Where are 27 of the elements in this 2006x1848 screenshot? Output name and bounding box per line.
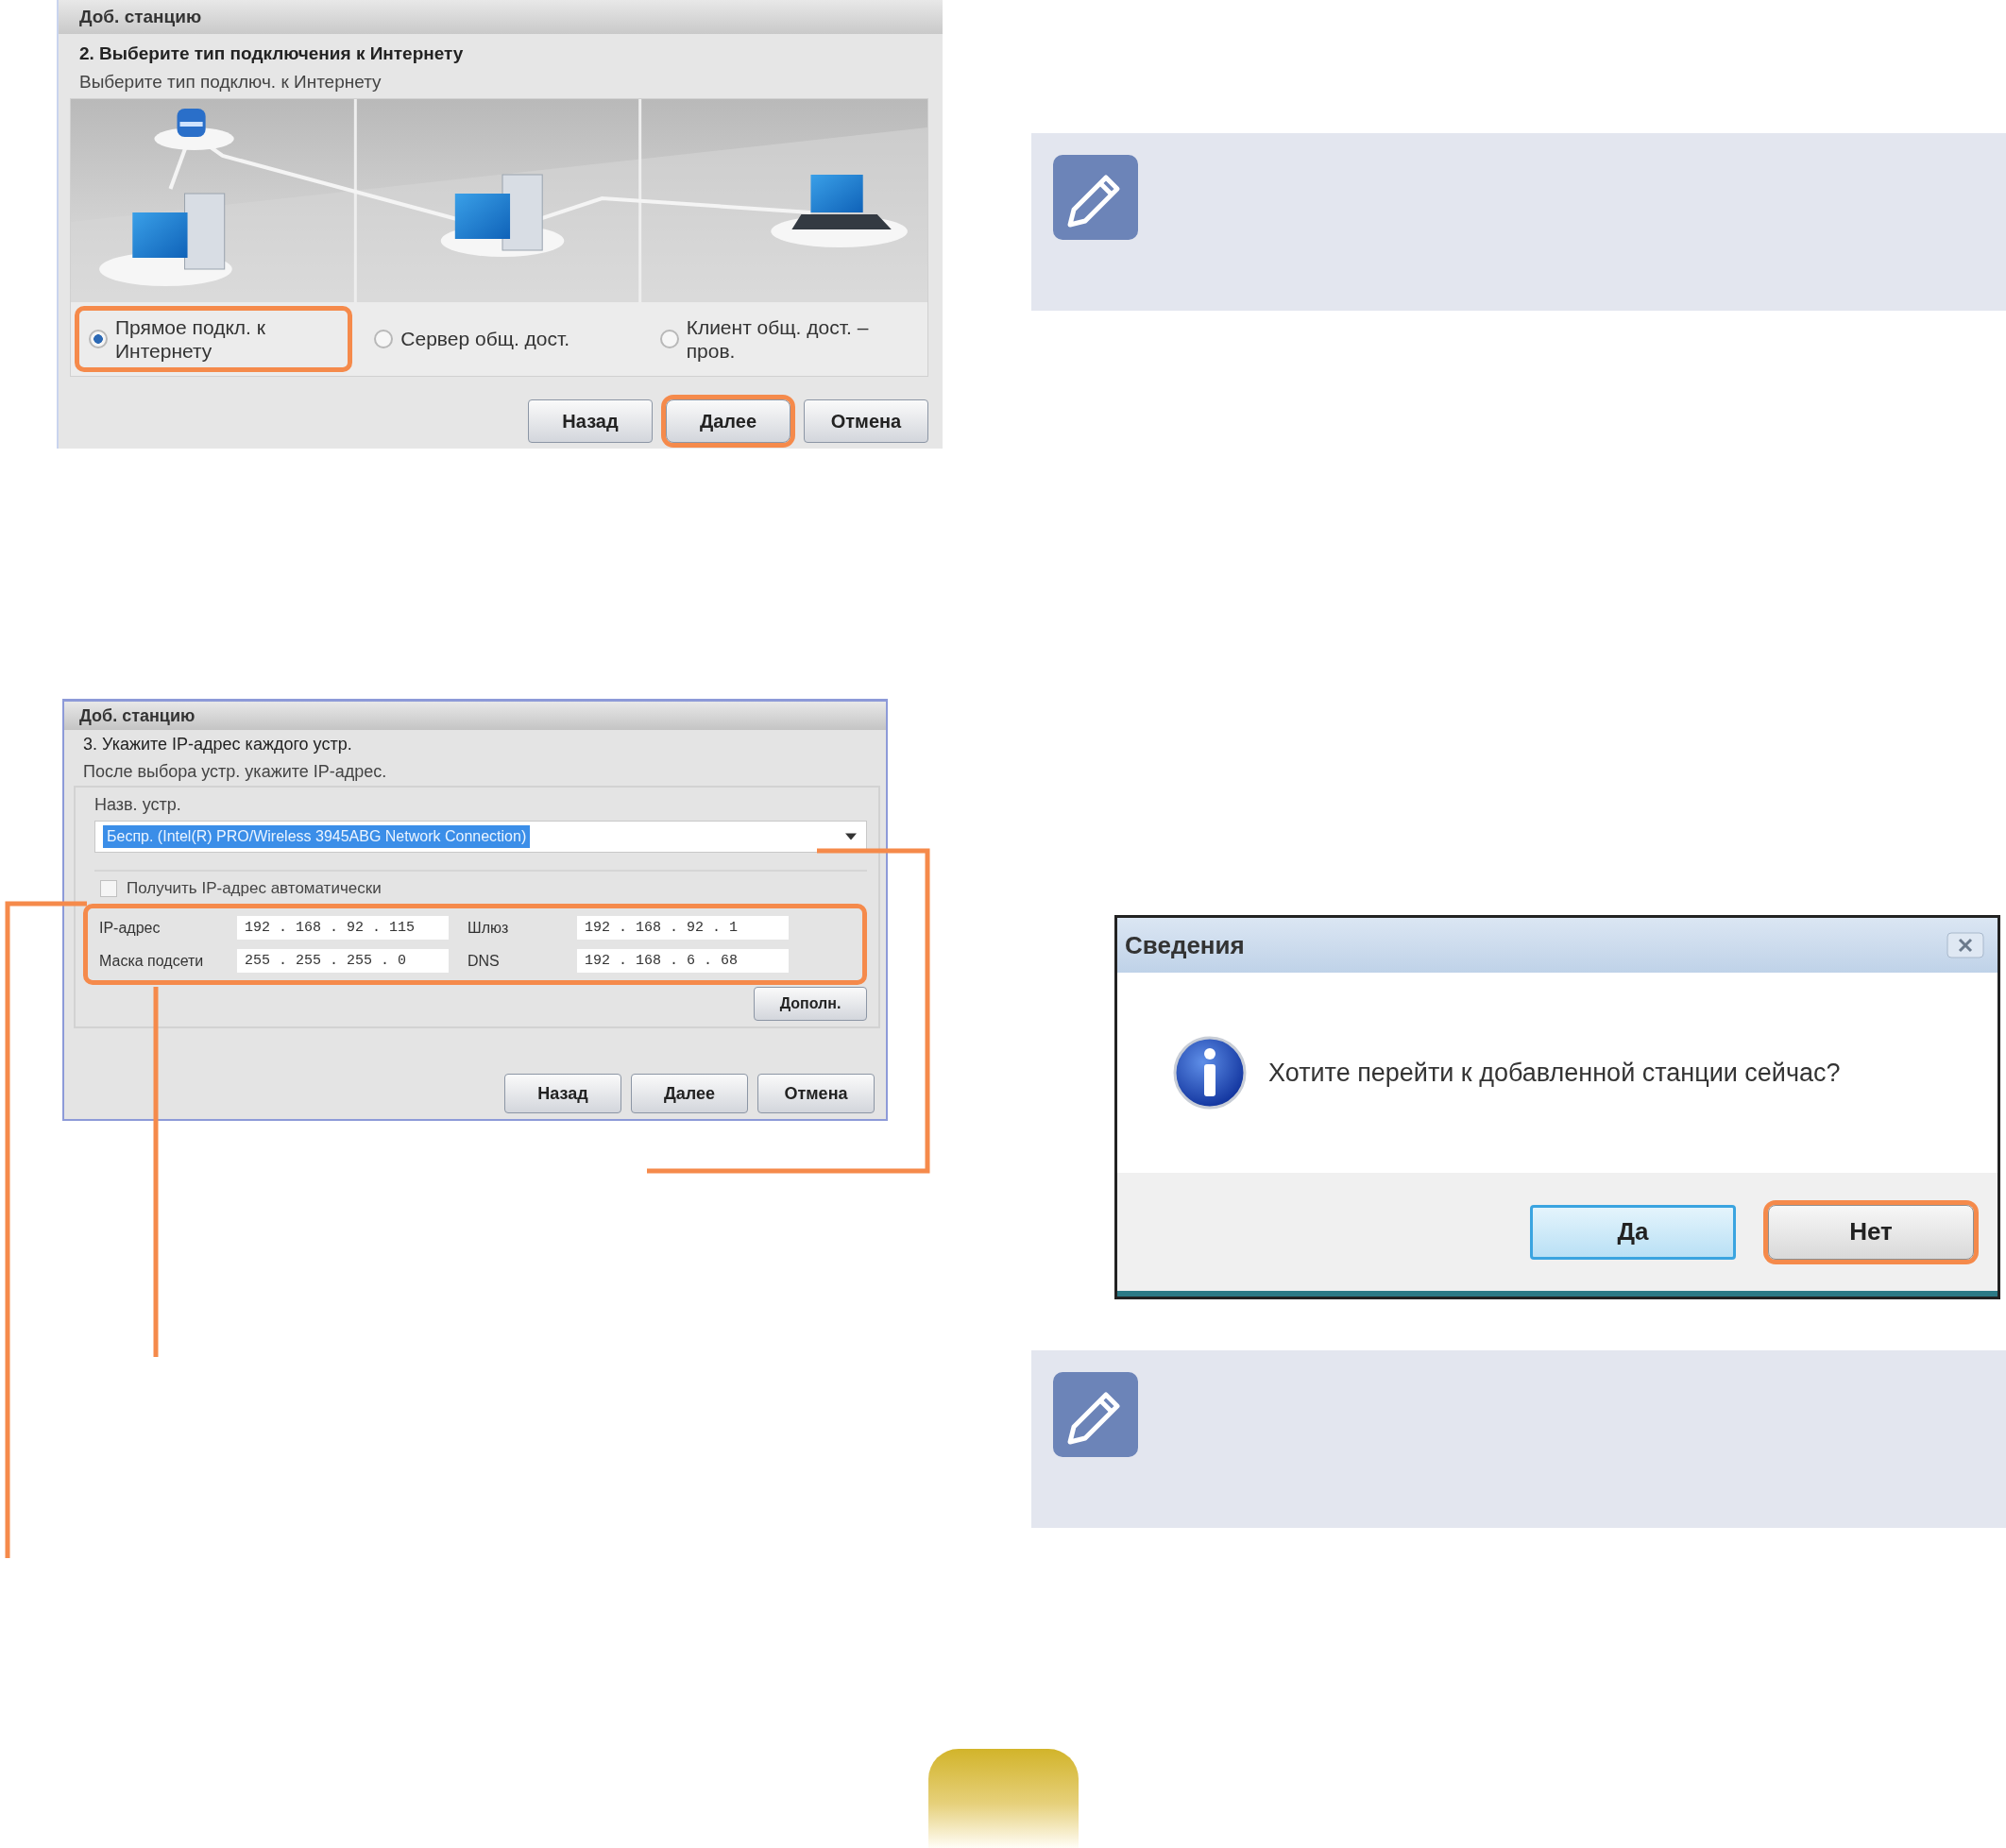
ip-field[interactable]: 192 . 168 . 92 . 1 [577,916,789,940]
advanced-button[interactable]: Дополн. [754,987,867,1021]
field-label: Маска подсети [98,952,205,970]
field-label: IP-адрес [98,919,162,937]
radio-option[interactable]: Прямое подкл. к Интернету [75,306,353,372]
step-heading: 2. Выберите тип подключения к Интернету [78,42,465,64]
field-label: DNS [467,952,501,970]
radio-option[interactable]: Сервер общ. дост. [360,306,638,372]
ip-field[interactable]: 255 . 255 . 255 . 0 [237,949,449,973]
dialog-button[interactable]: Далее [631,1074,748,1113]
radio-option[interactable]: Клиент общ. дост. – пров. [645,306,924,372]
ip-field[interactable]: 192 . 168 . 92 . 115 [237,916,449,940]
field-label: Шлюз [467,919,510,937]
step-subheading: Выберите тип подключ. к Интернету [78,71,382,93]
dialog-button[interactable]: Отмена [757,1074,875,1113]
field-label: Назв. устр. [94,795,182,815]
dialog-button[interactable]: Назад [528,399,653,443]
window-title: Сведения [1125,930,1245,960]
dialog-button[interactable]: Назад [504,1074,621,1113]
checkbox-label: Получить IP-адрес автоматически [127,879,382,898]
window-title: Доб. станцию [64,702,886,730]
step-subheading: После выбора устр. укажите IP-адрес. [82,761,388,783]
dialog-button[interactable]: Да [1530,1204,1736,1260]
dialog-button[interactable]: Отмена [804,399,928,443]
message-text: Хотите перейти к добавленной станции сейчас? [1268,1058,1841,1088]
ip-field[interactable]: 192 . 168 . 6 . 68 [577,949,789,973]
step-heading: 3. Укажите IP-адрес каждого устр. [82,734,353,754]
